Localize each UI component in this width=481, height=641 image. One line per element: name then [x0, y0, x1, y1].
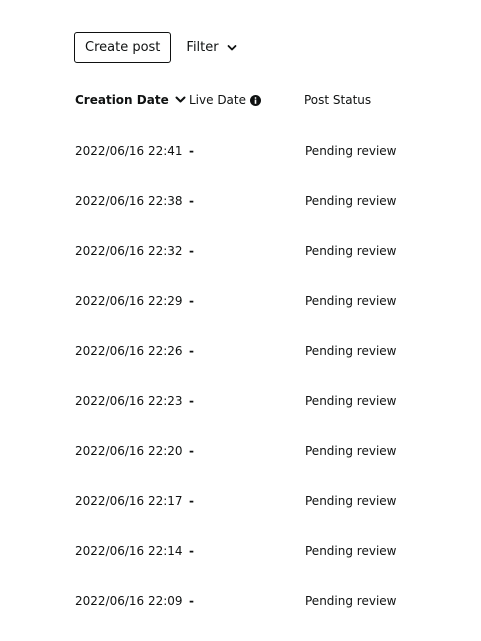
column-header-creation-date[interactable]: Creation Date — [75, 91, 186, 109]
live-date-cell: - — [189, 294, 194, 308]
post-status-cell: Pending review — [305, 294, 397, 308]
table-row[interactable]: 2022/06/16 22:38 - Pending review — [0, 176, 481, 226]
info-icon[interactable] — [250, 94, 261, 106]
table-row[interactable]: 2022/06/16 22:26 - Pending review — [0, 326, 481, 376]
live-date-cell: - — [189, 444, 194, 458]
table-row[interactable]: 2022/06/16 22:17 - Pending review — [0, 476, 481, 526]
column-header-post-status: Post Status — [304, 91, 371, 109]
table-row[interactable]: 2022/06/16 22:09 - Pending review — [0, 576, 481, 626]
chevron-down-icon — [227, 44, 237, 50]
table-row[interactable]: 2022/06/16 22:14 - Pending review — [0, 526, 481, 576]
filter-dropdown[interactable]: Filter — [186, 32, 237, 63]
live-date-cell: - — [189, 244, 194, 258]
sort-chevron-down-icon — [175, 96, 186, 103]
live-date-cell: - — [189, 544, 194, 558]
post-status-cell: Pending review — [305, 594, 397, 608]
create-post-button[interactable]: Create post — [74, 32, 172, 63]
creation-date-cell: 2022/06/16 22:14 — [75, 544, 183, 558]
filter-label: Filter — [186, 40, 219, 55]
live-date-cell: - — [189, 144, 194, 158]
posts-table-body: 2022/06/16 22:41 - Pending review 2022/0… — [0, 126, 481, 626]
column-header-label: Post Status — [304, 93, 372, 107]
column-header-label: Live Date — [189, 93, 246, 107]
column-header-live-date: Live Date — [189, 91, 261, 109]
column-header-label: Creation Date — [75, 93, 169, 107]
creation-date-cell: 2022/06/16 22:29 — [75, 294, 183, 308]
live-date-cell: - — [189, 494, 194, 508]
post-status-cell: Pending review — [305, 144, 397, 158]
live-date-cell: - — [189, 594, 194, 608]
creation-date-cell: 2022/06/16 22:41 — [75, 144, 183, 158]
post-status-cell: Pending review — [305, 344, 397, 358]
live-date-cell: - — [189, 194, 194, 208]
post-status-cell: Pending review — [305, 194, 397, 208]
table-row[interactable]: 2022/06/16 22:32 - Pending review — [0, 226, 481, 276]
toolbar: Create post Filter — [74, 32, 237, 63]
creation-date-cell: 2022/06/16 22:32 — [75, 244, 183, 258]
table-row[interactable]: 2022/06/16 22:29 - Pending review — [0, 276, 481, 326]
table-header: Creation Date Live Date Post Status — [0, 91, 481, 109]
creation-date-cell: 2022/06/16 22:23 — [75, 394, 183, 408]
post-status-cell: Pending review — [305, 544, 397, 558]
table-row[interactable]: 2022/06/16 22:41 - Pending review — [0, 126, 481, 176]
table-row[interactable]: 2022/06/16 22:23 - Pending review — [0, 376, 481, 426]
creation-date-cell: 2022/06/16 22:17 — [75, 494, 183, 508]
creation-date-cell: 2022/06/16 22:09 — [75, 594, 183, 608]
table-row[interactable]: 2022/06/16 22:20 - Pending review — [0, 426, 481, 476]
post-status-cell: Pending review — [305, 444, 397, 458]
creation-date-cell: 2022/06/16 22:20 — [75, 444, 183, 458]
post-status-cell: Pending review — [305, 244, 397, 258]
live-date-cell: - — [189, 394, 194, 408]
creation-date-cell: 2022/06/16 22:26 — [75, 344, 183, 358]
post-status-cell: Pending review — [305, 494, 397, 508]
post-status-cell: Pending review — [305, 394, 397, 408]
creation-date-cell: 2022/06/16 22:38 — [75, 194, 183, 208]
live-date-cell: - — [189, 344, 194, 358]
